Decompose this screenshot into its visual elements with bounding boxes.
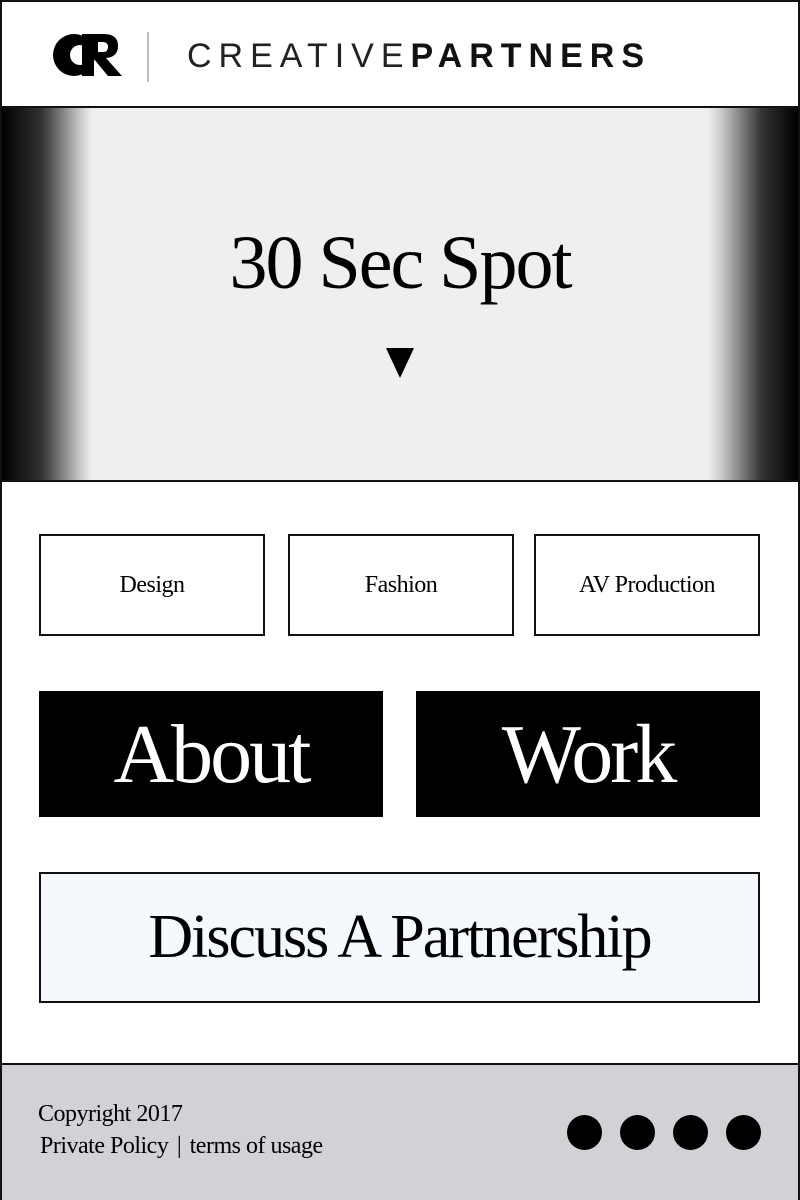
site-footer: Copyright 2017 Private Policy | terms of… <box>2 1063 798 1200</box>
work-label: Work <box>501 707 678 801</box>
work-button[interactable]: Work <box>416 691 760 817</box>
site-header: CREATIVEPARTNERS <box>2 2 798 108</box>
footer-links: Private Policy | terms of usage <box>40 1133 323 1160</box>
play-down-arrow-icon[interactable] <box>386 348 414 378</box>
social-dot-1-icon[interactable] <box>567 1115 602 1150</box>
terms-of-usage-link[interactable]: terms of usage <box>190 1133 323 1159</box>
copyright-text: Copyright 2017 <box>38 1101 183 1127</box>
discuss-partnership-button[interactable]: Discuss A Partnership <box>39 872 760 1003</box>
privacy-policy-link[interactable]: Private Policy <box>40 1133 169 1159</box>
hero-title: 30 Sec Spot <box>229 221 572 305</box>
brand-wordmark[interactable]: CREATIVEPARTNERS <box>187 36 651 76</box>
category-label: Fashion <box>364 571 438 598</box>
header-divider <box>147 32 149 82</box>
category-fashion-button[interactable]: Fashion <box>288 534 514 636</box>
social-dots <box>567 1115 761 1150</box>
hero-video-banner[interactable]: 30 Sec Spot <box>2 108 798 482</box>
creative-partners-logo[interactable] <box>52 30 124 80</box>
social-dot-3-icon[interactable] <box>673 1115 708 1150</box>
link-separator: | <box>176 1133 182 1159</box>
partnership-label: Discuss A Partnership <box>148 903 652 971</box>
about-label: About <box>113 707 312 801</box>
category-label: Design <box>119 571 186 598</box>
category-av-production-button[interactable]: AV Production <box>534 534 760 636</box>
brand-partners: PARTNERS <box>410 37 652 75</box>
about-button[interactable]: About <box>39 691 383 817</box>
brand-creative: CREATIVE <box>187 37 411 75</box>
social-dot-2-icon[interactable] <box>620 1115 655 1150</box>
social-dot-4-icon[interactable] <box>726 1115 761 1150</box>
category-label: AV Production <box>579 571 715 598</box>
category-design-button[interactable]: Design <box>39 534 265 636</box>
